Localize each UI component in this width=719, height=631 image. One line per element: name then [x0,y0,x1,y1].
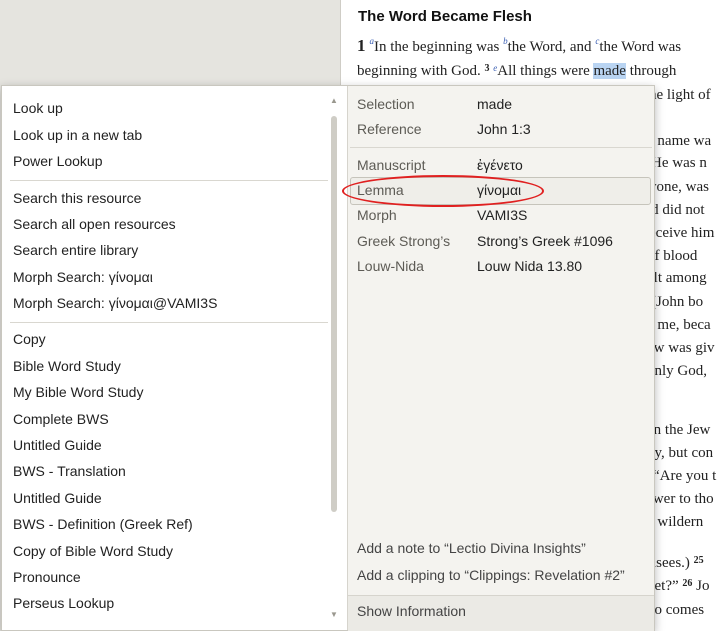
context-menu: Look up Look up in a new tab Power Looku… [1,85,655,631]
text-fragment[interactable]: e wildern [647,514,703,531]
text-fragment[interactable]: aw was giv [647,340,715,357]
text-run[interactable]: through [626,63,677,79]
context-menu-commands: Look up Look up in a new tab Power Looku… [2,86,348,630]
menu-item-morph-search[interactable]: Morph Search: γίνομαι [13,269,153,285]
menu-item-search-library[interactable]: Search entire library [13,242,138,258]
text-run[interactable]: beginning with God. [357,63,485,79]
info-value-greek-strongs[interactable]: Strong’s Greek #1096 [477,233,613,249]
info-value-manuscript[interactable]: ἐγένετο [477,157,523,173]
menu-item-copy-of-bws[interactable]: Copy of Bible Word Study [13,543,173,559]
annotation-ellipse [342,175,544,207]
menu-item-morph-search-full[interactable]: Morph Search: γίνομαι@VAMI3S [13,295,217,311]
scroll-down-arrow-icon[interactable]: ▼ [330,610,338,619]
text-fragment[interactable]: (John bo [651,294,703,311]
text-fragment[interactable]: e me, beca [647,317,711,334]
text-fragment[interactable]: yone, was [649,179,709,196]
text-fragment[interactable]: elt among [647,270,707,287]
scroll-up-arrow-icon[interactable]: ▲ [330,96,338,105]
menu-item-bible-word-study[interactable]: Bible Word Study [13,358,121,374]
info-label-selection: Selection [357,96,415,112]
text-fragment[interactable]: ny, but con [647,445,713,462]
menu-item-untitled-guide[interactable]: Untitled Guide [13,437,102,453]
text-run[interactable]: All things were [497,63,593,79]
text-fragment[interactable]: e name wa [647,133,711,150]
info-label-reference: Reference [357,121,422,137]
text-fragment[interactable]: ld did not [647,202,705,219]
text-fragment[interactable]: en the Jew [647,422,710,439]
menu-item-bws-definition[interactable]: BWS - Definition (Greek Ref) [13,516,193,532]
text-fragment[interactable]: ho comes [647,602,704,619]
menu-separator [10,180,328,181]
text-fragment[interactable]: swer to tho [647,491,714,508]
menu-item-perseus-lookup[interactable]: Perseus Lookup [13,595,114,611]
menu-item-copy[interactable]: Copy [13,331,46,347]
menu-item-complete-bws[interactable]: Complete BWS [13,411,109,427]
verse-number: 25 [693,555,704,566]
text-run[interactable]: Jo [696,578,709,594]
add-clipping-action[interactable]: Add a clipping to “Clippings: Revelation… [357,567,625,583]
info-separator [350,147,652,148]
text-line-2[interactable]: beginning with God. 3 eAll things were m… [357,63,676,80]
info-label-greek-strongs: Greek Strong’s [357,233,451,249]
menu-item-my-bible-word-study[interactable]: My Bible Word Study [13,384,143,400]
menu-item-look-up-new-tab[interactable]: Look up in a new tab [13,127,142,143]
info-value-morph[interactable]: VAMI3S [477,207,527,223]
info-value-selection[interactable]: made [477,96,512,112]
menu-separator [10,322,328,323]
show-information-button[interactable]: Show Information [357,603,466,619]
chapter-number: 1 [357,36,366,55]
menu-item-search-all-open[interactable]: Search all open resources [13,216,176,232]
info-label-louw-nida: Louw-Nida [357,258,424,274]
text-fragment[interactable]: he light of [649,87,711,104]
verse-number: 3 [484,63,490,74]
info-value-louw-nida[interactable]: Louw Nida 13.80 [477,258,582,274]
info-value-reference[interactable]: John 1:3 [477,121,531,137]
text-fragment[interactable]: “Are you t [653,468,716,485]
selected-word[interactable]: made [593,63,626,79]
menu-item-search-this-resource[interactable]: Search this resource [13,190,141,206]
menu-item-power-lookup[interactable]: Power Lookup [13,153,103,169]
menu-item-look-up[interactable]: Look up [13,100,63,116]
scrollbar-thumb[interactable] [331,116,337,512]
menu-item-pronounce[interactable]: Pronounce [13,569,81,585]
info-label-manuscript: Manuscript [357,157,426,173]
info-footer: Show Information [348,595,654,631]
verse-number: 26 [682,578,693,589]
text-fragment[interactable]: He was n [651,155,707,172]
info-label-morph: Morph [357,207,397,223]
text-run[interactable]: the Word was [599,39,681,55]
text-run[interactable]: the Word, and [508,39,596,55]
text-line-1[interactable]: 1 aIn the beginning was bthe Word, and ct… [357,36,681,56]
text-run[interactable]: In the beginning was [374,39,503,55]
text-fragment[interactable]: eceive him [649,225,714,242]
text-fragment[interactable]: only God, [647,363,707,380]
menu-item-bws-translation[interactable]: BWS - Translation [13,463,126,479]
menu-item-untitled-guide-2[interactable]: Untitled Guide [13,490,102,506]
section-heading: The Word Became Flesh [358,8,532,25]
text-fragment[interactable]: risees.) 25 [647,555,704,572]
add-note-action[interactable]: Add a note to “Lectio Divina Insights” [357,540,586,556]
menu-scrollbar[interactable]: ▲ ▼ [330,96,338,619]
text-fragment[interactable]: het?” 26 Jo [647,578,709,595]
